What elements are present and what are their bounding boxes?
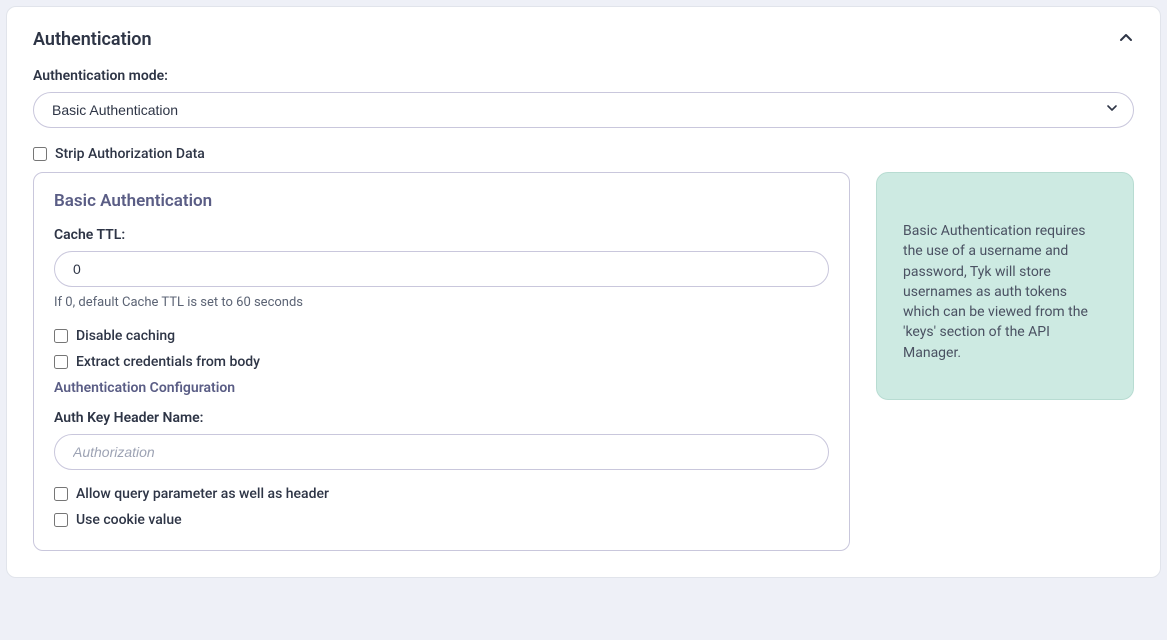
collapse-toggle[interactable] — [1118, 30, 1134, 50]
disable-caching-checkbox[interactable] — [54, 329, 68, 343]
use-cookie-label[interactable]: Use cookie value — [76, 512, 182, 528]
basic-auth-panel: Basic Authentication Cache TTL: If 0, de… — [33, 172, 850, 551]
columns: Basic Authentication Cache TTL: If 0, de… — [33, 172, 1134, 551]
basic-auth-title: Basic Authentication — [54, 191, 829, 211]
auth-mode-label: Authentication mode: — [33, 68, 1134, 84]
cache-ttl-input[interactable] — [54, 251, 829, 287]
chevron-up-icon — [1118, 30, 1134, 46]
extract-creds-label[interactable]: Extract credentials from body — [76, 354, 260, 370]
disable-caching-label[interactable]: Disable caching — [76, 328, 175, 344]
auth-mode-select[interactable] — [33, 92, 1134, 128]
right-column: Basic Authentication requires the use of… — [876, 172, 1134, 400]
panel-header: Authentication — [33, 29, 1134, 50]
allow-query-row: Allow query parameter as well as header — [54, 486, 829, 502]
cache-ttl-hint: If 0, default Cache TTL is set to 60 sec… — [54, 295, 829, 310]
strip-auth-checkbox[interactable] — [33, 147, 47, 161]
strip-auth-label[interactable]: Strip Authorization Data — [55, 146, 205, 162]
auth-config-subtitle: Authentication Configuration — [54, 380, 829, 396]
info-box: Basic Authentication requires the use of… — [876, 172, 1134, 400]
allow-query-checkbox[interactable] — [54, 487, 68, 501]
disable-caching-row: Disable caching — [54, 328, 829, 344]
auth-header-input[interactable] — [54, 434, 829, 470]
extract-creds-checkbox[interactable] — [54, 355, 68, 369]
authentication-panel: Authentication Authentication mode: Stri… — [6, 6, 1161, 578]
cache-ttl-label: Cache TTL: — [54, 227, 829, 243]
use-cookie-row: Use cookie value — [54, 512, 829, 528]
strip-auth-row: Strip Authorization Data — [33, 146, 1134, 162]
extract-creds-row: Extract credentials from body — [54, 354, 829, 370]
use-cookie-checkbox[interactable] — [54, 513, 68, 527]
panel-title: Authentication — [33, 29, 152, 50]
auth-header-label: Auth Key Header Name: — [54, 410, 829, 426]
left-column: Basic Authentication Cache TTL: If 0, de… — [33, 172, 850, 551]
allow-query-label[interactable]: Allow query parameter as well as header — [76, 486, 329, 502]
auth-mode-select-wrap — [33, 92, 1134, 128]
